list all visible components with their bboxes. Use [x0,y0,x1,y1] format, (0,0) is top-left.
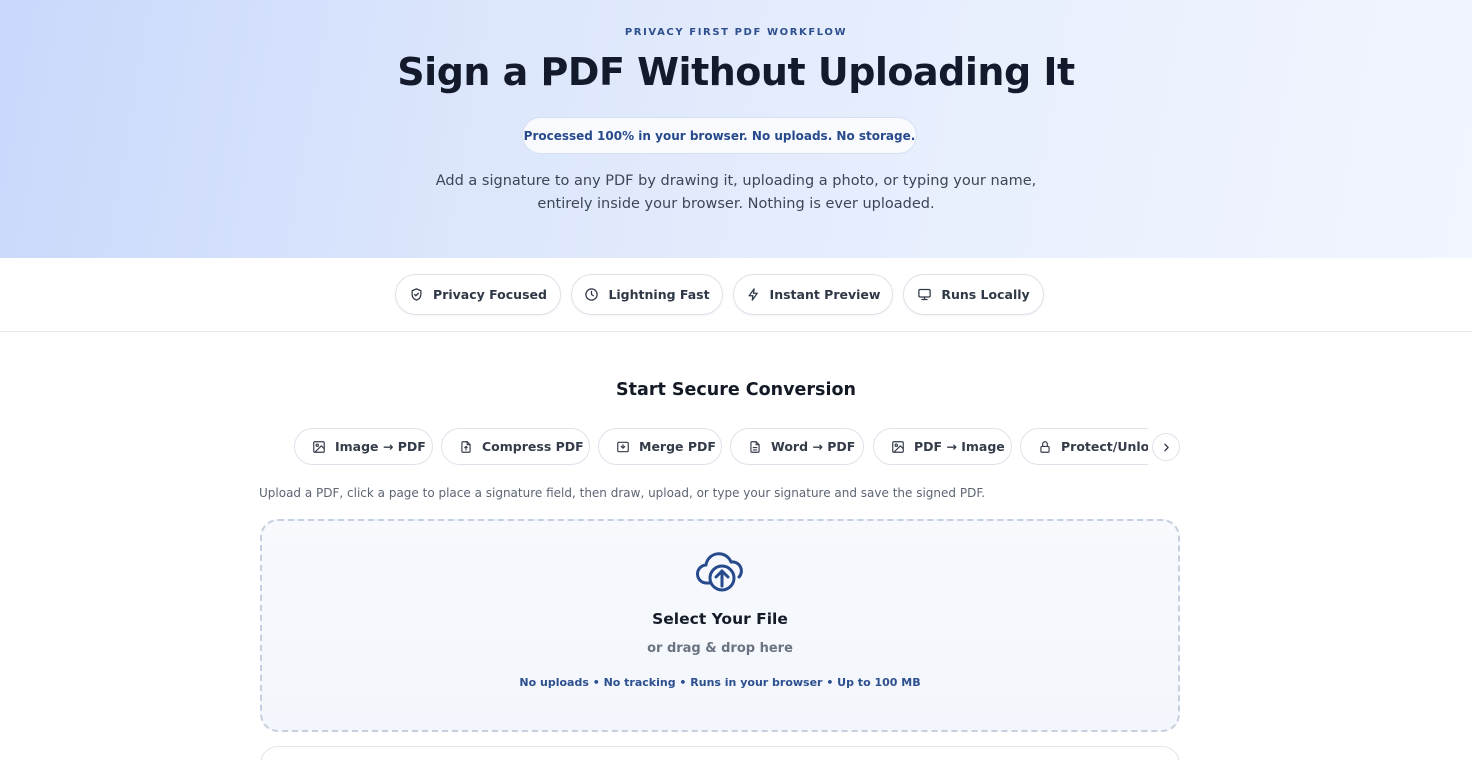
instructions-text: Upload a PDF, click a page to place a si… [259,486,986,500]
tabs-scroll-next-button[interactable] [1152,433,1180,461]
feature-lightning-fast[interactable]: Lightning Fast [571,274,723,315]
feature-instant-preview[interactable]: Instant Preview [733,274,893,315]
tab-label: Protect/Unlock [1061,439,1148,454]
feature-label: Instant Preview [769,287,881,302]
feature-bar: Privacy Focused Lightning Fast Instant P… [0,258,1472,332]
tab-label: Merge PDF [639,439,716,454]
tab-compress-pdf[interactable]: Compress PDF [441,428,590,465]
feature-runs-locally[interactable]: Runs Locally [903,274,1044,315]
document-icon [750,440,760,453]
file-compress-icon [461,440,471,453]
feature-label: Runs Locally [941,287,1030,302]
tab-pdf-to-image[interactable]: PDF → Image [873,428,1012,465]
hero-subtitle: Add a signature to any PDF by drawing it… [336,170,1136,216]
clock-icon [585,288,599,301]
privacy-notice-badge: Processed 100% in your browser. No uploa… [522,117,917,154]
chevron-right-icon [1163,443,1169,451]
tab-label: Word → PDF [771,439,856,454]
monitor-icon [918,288,932,301]
merge-icon [617,441,629,452]
dropzone-note: No uploads • No tracking • Runs in your … [519,676,921,689]
feature-privacy-focused[interactable]: Privacy Focused [395,274,561,315]
image-icon [313,440,325,453]
feature-label: Lightning Fast [608,287,710,302]
lightning-icon [748,288,758,301]
shield-check-icon [411,288,422,301]
page-title: Sign a PDF Without Uploading It [397,50,1075,94]
dropzone-title: Select Your File [652,610,788,628]
tab-word-to-pdf[interactable]: Word → PDF [730,428,864,465]
tab-merge-pdf[interactable]: Merge PDF [598,428,722,465]
image-icon [892,440,904,453]
hero-section: PRIVACY FIRST PDF WORKFLOW Sign a PDF Wi… [0,0,1472,258]
tool-tabs: Image → PDF Compress PDF Merge PDF Word … [294,428,1148,466]
tab-label: PDF → Image [914,439,1005,454]
file-dropzone[interactable]: Select Your File or drag & drop here No … [260,519,1180,732]
lock-icon [1040,440,1050,453]
feature-label: Privacy Focused [433,287,547,302]
tab-label: Image → PDF [335,439,426,454]
tab-protect-unlock[interactable]: Protect/Unlock [1020,428,1148,465]
hero-eyebrow: PRIVACY FIRST PDF WORKFLOW [624,27,848,38]
cloud-upload-icon [696,552,743,592]
hero-subtitle-line-2: entirely inside your browser. Nothing is… [537,196,935,212]
tab-image-to-pdf[interactable]: Image → PDF [294,428,433,465]
next-panel [260,746,1180,760]
tab-label: Compress PDF [482,439,584,454]
dropzone-subtitle: or drag & drop here [647,641,793,656]
hero-subtitle-line-1: Add a signature to any PDF by drawing it… [435,173,1037,189]
section-title: Start Secure Conversion [616,380,856,400]
